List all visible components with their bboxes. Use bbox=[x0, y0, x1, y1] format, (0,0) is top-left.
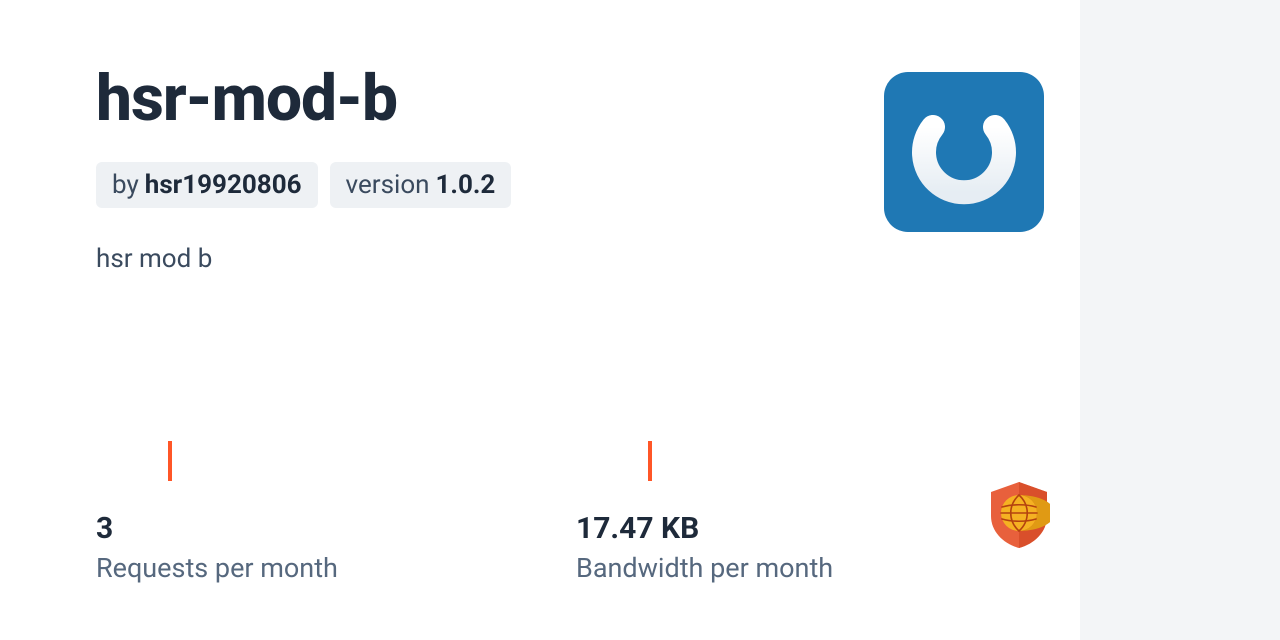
jsdelivr-shield-icon bbox=[988, 480, 1050, 550]
stat-bandwidth-label: Bandwidth per month bbox=[576, 552, 1056, 584]
version-prefix: version bbox=[346, 170, 430, 200]
stat-tick bbox=[648, 441, 652, 481]
stat-requests-label: Requests per month bbox=[96, 552, 576, 584]
stat-requests: 3 Requests per month bbox=[96, 441, 576, 584]
stat-bandwidth: 17.47 KB Bandwidth per month bbox=[576, 441, 1056, 584]
author-prefix: by bbox=[112, 170, 139, 200]
stat-tick bbox=[168, 441, 172, 481]
side-strip bbox=[1080, 0, 1280, 640]
author-badge[interactable]: by hsr19920806 bbox=[96, 162, 318, 208]
stat-requests-value: 3 bbox=[96, 511, 576, 546]
version-badge[interactable]: version 1.0.2 bbox=[330, 162, 512, 208]
package-panel: hsr-mod-b by hsr19920806 version 1.0.2 h… bbox=[0, 0, 1080, 640]
version-number: 1.0.2 bbox=[436, 170, 496, 200]
stat-bandwidth-value: 17.47 KB bbox=[576, 511, 1056, 546]
package-description: hsr mod b bbox=[96, 244, 1080, 274]
gravatar-icon bbox=[909, 97, 1019, 207]
author-name: hsr19920806 bbox=[145, 170, 302, 200]
avatar bbox=[884, 72, 1044, 232]
stats-row: 3 Requests per month 17.47 KB Bandwidth … bbox=[96, 441, 1056, 584]
